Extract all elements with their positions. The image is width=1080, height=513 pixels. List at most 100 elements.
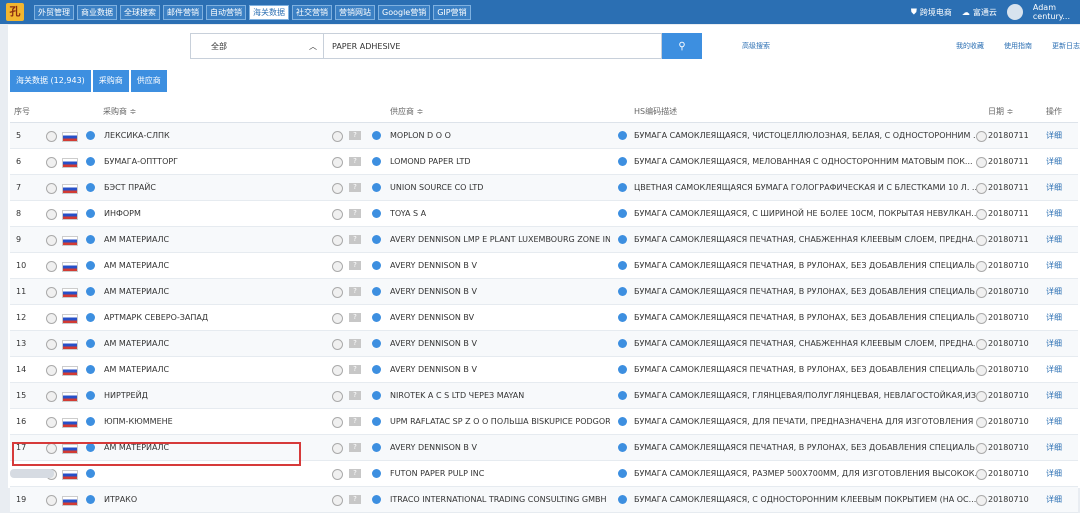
info-icon[interactable] <box>86 261 95 270</box>
detail-link[interactable]: 详细 <box>1046 435 1062 460</box>
detail-link[interactable]: 详细 <box>1046 175 1062 200</box>
buyer-name[interactable]: ИНФОРМ <box>104 201 141 226</box>
supplier-name[interactable]: AVERY DENNISON BV <box>390 305 610 330</box>
info-icon[interactable] <box>618 443 627 452</box>
header-link[interactable]: 使用指南 <box>1004 41 1032 51</box>
info-icon[interactable] <box>372 261 381 270</box>
col-buyer[interactable]: 采购商 ≑ <box>103 102 136 122</box>
supplier-name[interactable]: NIROTEK A C S LTD ЧЕРЕЗ MAYAN <box>390 383 610 408</box>
detail-link[interactable]: 详细 <box>1046 305 1062 330</box>
app-logo[interactable]: 孔 <box>6 3 24 21</box>
info-icon[interactable] <box>618 183 627 192</box>
info-icon[interactable] <box>372 313 381 322</box>
col-supplier[interactable]: 供应商 ≑ <box>390 102 423 122</box>
buyer-name[interactable]: ЛЕКСИКА-СЛПК <box>104 123 170 148</box>
buyer-name[interactable]: АМ МАТЕРИАЛС <box>104 279 169 304</box>
table-row[interactable]: 11 АМ МАТЕРИАЛС? AVERY DENNISON B V БУМАГА … <box>10 279 1078 305</box>
info-icon[interactable] <box>372 209 381 218</box>
nav-item[interactable]: GIP营销 <box>433 5 471 20</box>
info-icon[interactable] <box>618 261 627 270</box>
detail-link[interactable]: 详细 <box>1046 461 1062 486</box>
header-link[interactable]: 更新日志 <box>1052 41 1080 51</box>
supplier-name[interactable]: MOPLON D O O <box>390 123 610 148</box>
table-row[interactable]: 9 АМ МАТЕРИАЛС? AVERY DENNISON LMP E PLANT… <box>10 227 1078 253</box>
info-icon[interactable] <box>618 209 627 218</box>
info-icon[interactable] <box>618 365 627 374</box>
info-icon[interactable] <box>618 313 627 322</box>
table-row[interactable]: 19 ИТРАКО? ITRACO INTERNATIONAL TRADING CO… <box>10 487 1078 513</box>
supplier-name[interactable]: UPM RAFLATAC SP Z O O ПОЛЬША BISKUPICE P… <box>390 409 610 434</box>
scope-select[interactable]: 全部 ︿ <box>190 33 324 59</box>
table-row[interactable]: 13 АМ МАТЕРИАЛС? AVERY DENNISON B V БУМАГА … <box>10 331 1078 357</box>
info-icon[interactable] <box>618 157 627 166</box>
info-icon[interactable] <box>86 391 95 400</box>
detail-link[interactable]: 详细 <box>1046 123 1062 148</box>
table-row[interactable]: 7 БЭСТ ПРАЙС? UNION SOURCE CO LTD ЦВЕТНАЯ С… <box>10 175 1078 201</box>
info-icon[interactable] <box>372 131 381 140</box>
table-row[interactable]: 16 ЮПМ-КЮММЕНЕ? UPM RAFLATAC SP Z O O ПОЛЬ… <box>10 409 1078 435</box>
cross-border-link[interactable]: ⛊ 跨境电商 <box>911 7 952 18</box>
info-icon[interactable] <box>372 417 381 426</box>
supplier-name[interactable]: AVERY DENNISON B V <box>390 331 610 356</box>
info-icon[interactable] <box>86 313 95 322</box>
info-icon[interactable] <box>86 209 95 218</box>
info-icon[interactable] <box>618 391 627 400</box>
info-icon[interactable] <box>372 495 381 504</box>
supplier-name[interactable]: AVERY DENNISON B V <box>390 279 610 304</box>
nav-item[interactable]: 商业数据 <box>77 5 117 20</box>
detail-link[interactable]: 详细 <box>1046 409 1062 434</box>
buyer-name[interactable]: НИРТРЕЙД <box>104 383 148 408</box>
nav-item[interactable]: 营销网站 <box>335 5 375 20</box>
tab[interactable]: 采购商 <box>92 70 129 92</box>
buyer-name[interactable]: ИТРАКО <box>104 487 137 512</box>
avatar[interactable] <box>1006 4 1023 20</box>
supplier-name[interactable]: AVERY DENNISON B V <box>390 253 610 278</box>
info-icon[interactable] <box>372 235 381 244</box>
nav-item[interactable]: 海关数据 <box>249 5 289 20</box>
table-row[interactable]: 5 ЛЕКСИКА-СЛПК? MOPLON D O O БУМАГА САМОКЛЕ… <box>10 123 1078 149</box>
table-row[interactable]: 6 БУМАГА-ОПТТОРГ? LOMOND PAPER LTD БУМАГА С… <box>10 149 1078 175</box>
table-row[interactable]: 12 АРТМАРК СЕВЕРО-ЗАПАД? AVERY DENNISON BV… <box>10 305 1078 331</box>
tab[interactable]: 供应商 <box>130 70 167 92</box>
info-icon[interactable] <box>372 469 381 478</box>
supplier-name[interactable]: ITRACO INTERNATIONAL TRADING CONSULTING … <box>390 487 610 512</box>
buyer-name[interactable]: АМ МАТЕРИАЛС <box>104 331 169 356</box>
info-icon[interactable] <box>86 131 95 140</box>
nav-item[interactable]: 自动营销 <box>206 5 246 20</box>
supplier-name[interactable]: AVERY DENNISON B V <box>390 357 610 382</box>
buyer-name[interactable]: АМ МАТЕРИАЛС <box>104 253 169 278</box>
info-icon[interactable] <box>372 339 381 348</box>
supplier-name[interactable]: AVERY DENNISON LMP E PLANT LUXEMBOURG ZO… <box>390 227 610 252</box>
tab[interactable]: 海关数据 (12,943) <box>10 70 91 92</box>
info-icon[interactable] <box>86 157 95 166</box>
advanced-search-link[interactable]: 高级搜索 <box>742 41 770 51</box>
info-icon[interactable] <box>618 417 627 426</box>
header-link[interactable]: 我的收藏 <box>956 41 984 51</box>
detail-link[interactable]: 详细 <box>1046 357 1062 382</box>
info-icon[interactable] <box>618 287 627 296</box>
detail-link[interactable]: 详细 <box>1046 149 1062 174</box>
detail-link[interactable]: 详细 <box>1046 383 1062 408</box>
info-icon[interactable] <box>618 131 627 140</box>
table-row[interactable]: 14 АМ МАТЕРИАЛС? AVERY DENNISON B V БУМАГА … <box>10 357 1078 383</box>
supplier-name[interactable]: UNION SOURCE CO LTD <box>390 175 610 200</box>
buyer-name[interactable]: АМ МАТЕРИАЛС <box>104 227 169 252</box>
info-icon[interactable] <box>372 443 381 452</box>
fuying-link[interactable]: ☁ 富通云 <box>962 7 997 18</box>
info-icon[interactable] <box>86 365 95 374</box>
supplier-name[interactable]: TOYA S A <box>390 201 610 226</box>
info-icon[interactable] <box>618 339 627 348</box>
table-row[interactable]: 10 АМ МАТЕРИАЛС? AVERY DENNISON B V БУМАГА … <box>10 253 1078 279</box>
info-icon[interactable] <box>372 287 381 296</box>
buyer-name[interactable]: АМ МАТЕРИАЛС <box>104 357 169 382</box>
buyer-name[interactable]: АРТМАРК СЕВЕРО-ЗАПАД <box>104 305 208 330</box>
info-icon[interactable] <box>86 287 95 296</box>
detail-link[interactable]: 详细 <box>1046 487 1062 512</box>
info-icon[interactable] <box>86 417 95 426</box>
info-icon[interactable] <box>618 235 627 244</box>
info-icon[interactable] <box>86 469 95 478</box>
info-icon[interactable] <box>86 495 95 504</box>
buyer-name[interactable]: БУМАГА-ОПТТОРГ <box>104 149 178 174</box>
nav-item[interactable]: 社交营销 <box>292 5 332 20</box>
info-icon[interactable] <box>86 235 95 244</box>
